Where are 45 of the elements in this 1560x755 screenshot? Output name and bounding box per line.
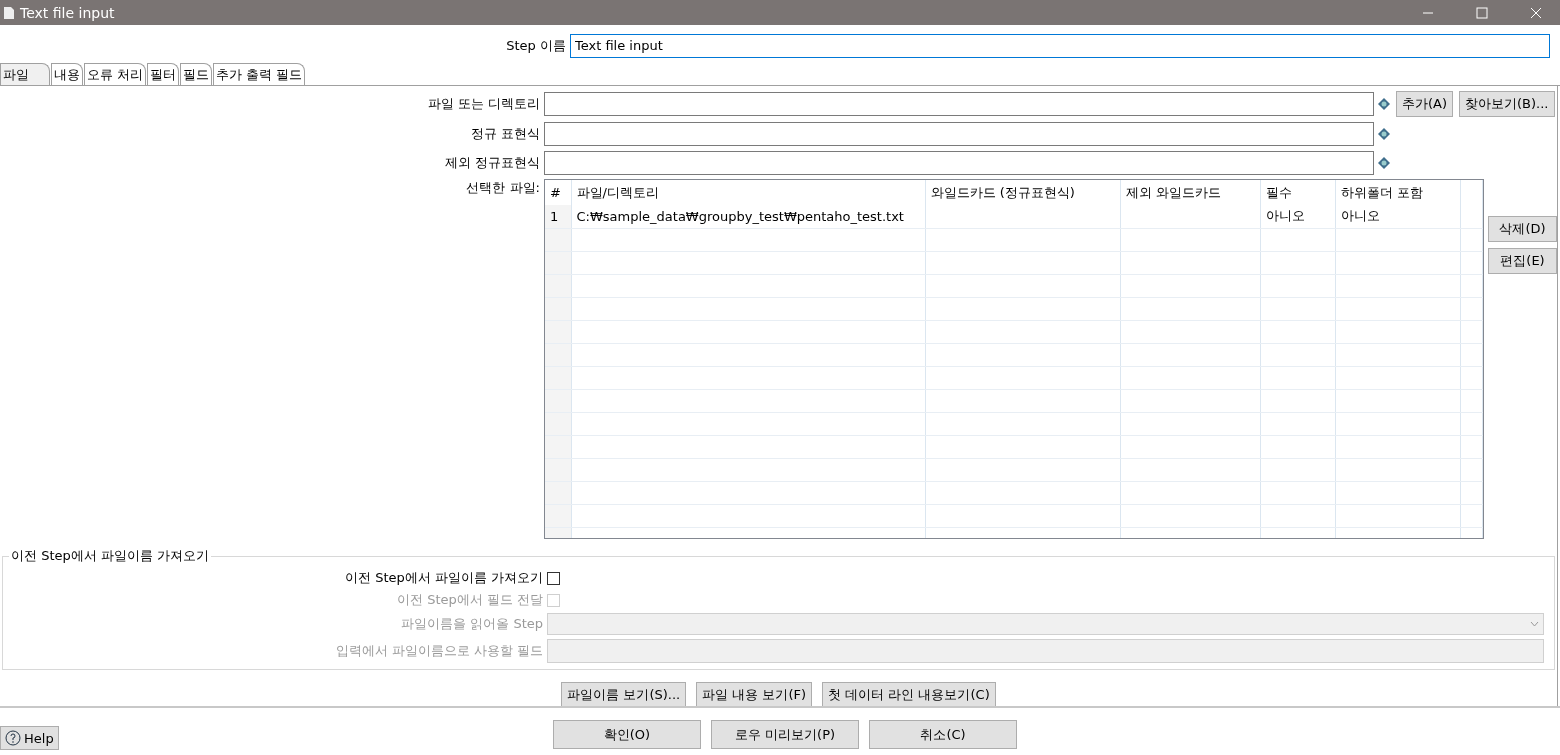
dialog-button[interactable]: 확인(O): [553, 720, 701, 749]
preview-button[interactable]: 파일이름 보기(S)...: [561, 682, 687, 708]
selected-files-label: 선택한 파일:: [466, 179, 540, 197]
tab[interactable]: 내용: [51, 63, 83, 85]
option-label: 이전 Step에서 필드 전달: [397, 591, 543, 609]
toolbar-button[interactable]: 찾아보기(B)...: [1459, 91, 1555, 117]
maximize-icon[interactable]: [1476, 6, 1488, 19]
preview-button[interactable]: 첫 데이터 라인 내용보기(C): [822, 682, 996, 708]
option-label: 파일이름을 읽어올 Step: [401, 615, 543, 633]
document-icon: [4, 6, 14, 19]
tab[interactable]: 파일: [0, 63, 50, 85]
tab[interactable]: 추가 출력 필드: [213, 63, 306, 85]
field-label: 제외 정규표현식: [444, 154, 540, 172]
window-title: Text file input: [20, 4, 116, 21]
option-label: 이전 Step에서 파일이름 가져오기: [345, 569, 543, 587]
option-label: 입력에서 파일이름으로 사용할 필드: [335, 642, 543, 660]
dialog-button[interactable]: 로우 미리보기(P): [711, 720, 859, 749]
variable-icon: [1378, 157, 1390, 169]
input-field[interactable]: [544, 92, 1374, 116]
step-name-field[interactable]: Text file input: [570, 33, 1550, 58]
field-label: 정규 표현식: [470, 125, 540, 143]
toolbar-button[interactable]: 추가(A): [1396, 91, 1454, 117]
help-icon: [5, 730, 21, 746]
table-action-button[interactable]: 삭제(D): [1488, 216, 1557, 242]
preview-button[interactable]: 파일 내용 보기(F): [696, 682, 813, 708]
dialog-button[interactable]: 취소(C): [869, 720, 1017, 749]
checkbox[interactable]: [547, 571, 560, 585]
variable-icon: [1378, 128, 1390, 140]
table-action-button[interactable]: 편집(E): [1488, 248, 1557, 274]
group-title: 이전 Step에서 파일이름 가져오기: [10, 547, 210, 565]
tab[interactable]: 필드: [180, 63, 213, 85]
input-field[interactable]: [544, 122, 1374, 146]
table-cell: C:₩sample_data₩groupby_test₩pentaho_test.txt: [571, 205, 925, 228]
table-cell: 1: [545, 205, 571, 228]
table-cell: 아니오: [1260, 205, 1335, 228]
dropdown-caret-icon: [1530, 621, 1539, 627]
close-icon[interactable]: [1530, 6, 1542, 19]
tab[interactable]: 필터: [147, 63, 180, 85]
help-button[interactable]: Help: [0, 726, 59, 750]
input-field[interactable]: [544, 151, 1374, 175]
variable-icon: [1378, 98, 1390, 110]
step-name-label: Step 이름: [506, 36, 566, 55]
field-label: 파일 또는 디렉토리: [427, 95, 540, 113]
table-cell: 아니오: [1335, 205, 1460, 228]
tab[interactable]: 오류 처리: [84, 63, 147, 85]
